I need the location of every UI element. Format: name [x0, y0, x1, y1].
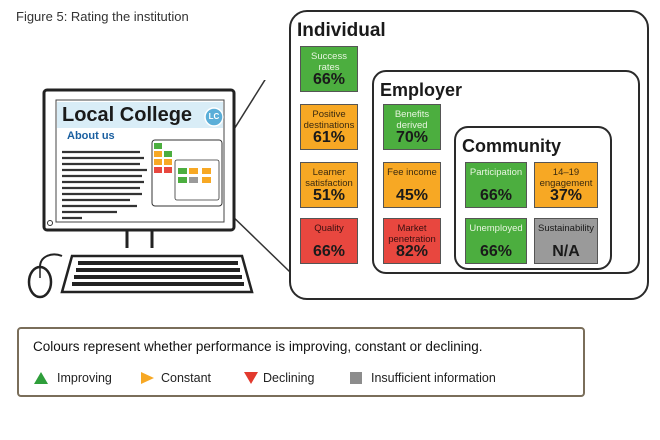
logo-text: LC [208, 112, 220, 121]
legend-improving: Improving [57, 371, 112, 385]
tile-label: 14–19 engagement [539, 167, 593, 189]
legend-text: Colours represent whether performance is… [33, 339, 483, 354]
tile-label: Learner satisfaction [305, 167, 353, 189]
tile-positive-destinations: Positive destinations 61% [300, 104, 358, 150]
about-us-link[interactable]: About us [67, 130, 115, 142]
tile-label: Sustainability [538, 223, 594, 234]
tile-fee-income: Fee income 45% [383, 162, 441, 208]
tile-value: 66% [479, 243, 513, 260]
employer-title: Employer [380, 80, 463, 100]
tile-value: 45% [395, 187, 429, 204]
community-title: Community [462, 136, 561, 156]
triangle-down-icon [244, 372, 258, 384]
tile-label: Participation [469, 167, 523, 178]
legend-constant: Constant [161, 371, 212, 385]
tile-value: 66% [312, 243, 346, 260]
tile-benefits-derived: Benefits derived 70% [383, 104, 441, 150]
site-title: Local College [62, 104, 193, 126]
tile-14-19-engagement: 14–19 engagement 37% [534, 162, 598, 208]
square-icon [350, 372, 362, 384]
tile-label: Unemployed [469, 223, 523, 234]
tile-label: Quality [314, 223, 344, 234]
individual-title: Individual [297, 20, 386, 41]
tile-success-rates: Success rates 66% [300, 46, 358, 92]
tile-unemployed: Unemployed 66% [465, 218, 527, 264]
tile-value: 37% [549, 187, 583, 204]
tile-participation: Participation 66% [465, 162, 527, 208]
tile-value: N/A [552, 243, 580, 260]
tile-label: Success rates [311, 51, 347, 73]
tile-label: Market penetration [388, 223, 436, 245]
legend-insufficient: Insufficient information [371, 371, 496, 385]
triangle-up-icon [34, 372, 48, 384]
tile-sustainability: Sustainability N/A [534, 218, 598, 264]
tile-label: Fee income [387, 167, 437, 178]
tile-value: 61% [312, 129, 346, 146]
tile-value: 66% [479, 187, 513, 204]
figure-title: Figure 5: Rating the institution [16, 9, 189, 24]
mini-dashboard [151, 139, 223, 207]
tile-learner-satisfaction: Learner satisfaction 51% [300, 162, 358, 208]
zoom-line-top [225, 80, 266, 143]
tile-quality: Quality 66% [300, 218, 358, 264]
tile-market-penetration: Market penetration 82% [383, 218, 441, 264]
tile-value: 82% [395, 243, 429, 260]
legend-declining: Declining [263, 371, 315, 385]
tile-label: Benefits derived [394, 109, 430, 131]
tile-value: 66% [312, 71, 346, 88]
triangle-right-icon [141, 372, 154, 384]
tile-value: 51% [312, 187, 346, 204]
legend: Colours represent whether performance is… [17, 327, 585, 397]
tile-value: 70% [395, 129, 429, 146]
tile-label: Positive destinations [303, 109, 355, 131]
